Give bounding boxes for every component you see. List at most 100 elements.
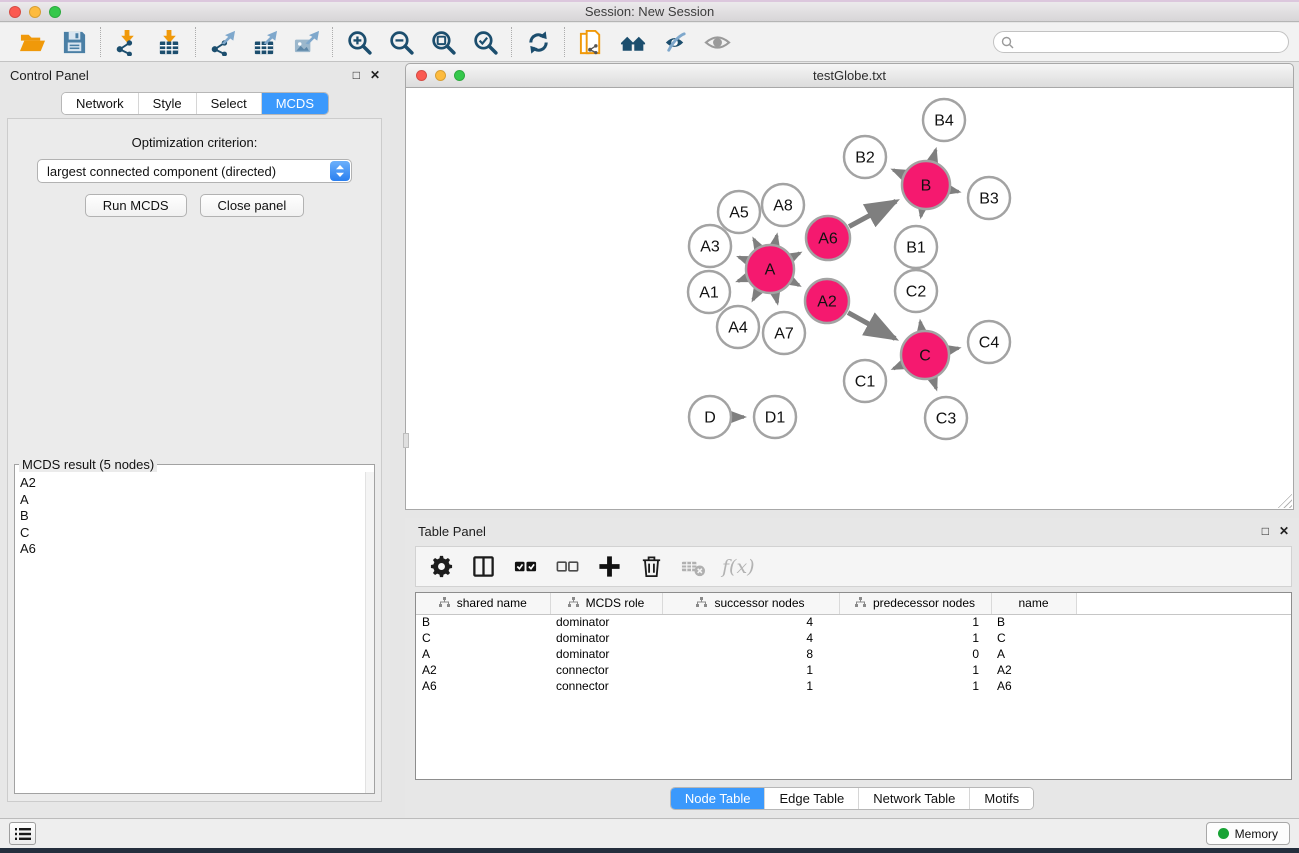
cell[interactable]: dominator bbox=[550, 614, 662, 630]
node-A6[interactable]: A6 bbox=[806, 216, 850, 260]
table-row[interactable]: Adominator80A bbox=[416, 646, 1291, 662]
mcds-result-item[interactable]: A bbox=[20, 492, 365, 509]
cell[interactable]: connector bbox=[550, 678, 662, 694]
node-B1[interactable]: B1 bbox=[895, 226, 937, 268]
edge-C-C3[interactable] bbox=[933, 380, 936, 389]
edge-A-A4[interactable] bbox=[753, 292, 757, 300]
mcds-list-scrollbar[interactable] bbox=[365, 472, 374, 793]
zoom-fit-icon[interactable] bbox=[428, 27, 458, 57]
mcds-result-list[interactable]: A2ABCA6 bbox=[15, 472, 365, 793]
minimize-window-button[interactable] bbox=[29, 6, 41, 18]
close-table-panel-icon[interactable]: ✕ bbox=[1279, 525, 1289, 537]
edge-A-A6[interactable] bbox=[793, 253, 800, 257]
table-row[interactable]: Cdominator41C bbox=[416, 630, 1291, 646]
node-A1[interactable]: A1 bbox=[688, 271, 730, 313]
cell[interactable]: A2 bbox=[416, 662, 550, 678]
cell[interactable]: dominator bbox=[550, 646, 662, 662]
node-B2[interactable]: B2 bbox=[844, 136, 886, 178]
network-maximize-button[interactable] bbox=[454, 70, 465, 81]
tab-style[interactable]: Style bbox=[138, 93, 196, 114]
mcds-result-item[interactable]: A2 bbox=[20, 475, 365, 492]
node-A[interactable]: A bbox=[746, 245, 794, 293]
node-C4[interactable]: C4 bbox=[968, 321, 1010, 363]
node-A2[interactable]: A2 bbox=[805, 279, 849, 323]
network-graph[interactable]: B4B2BB3A5A8A6A3B1AA1C2A2A4A7C4CC1DD1C3 bbox=[406, 88, 1293, 508]
edge-C-C2[interactable] bbox=[920, 322, 921, 330]
cell[interactable]: 1 bbox=[839, 614, 991, 630]
cell[interactable]: A6 bbox=[991, 678, 1076, 694]
network-canvas[interactable]: B4B2BB3A5A8A6A3B1AA1C2A2A4A7C4CC1DD1C3 bbox=[405, 88, 1294, 510]
edge-B-B1[interactable] bbox=[921, 211, 922, 217]
edge-C-C4[interactable] bbox=[950, 348, 958, 350]
edge-A-A3[interactable] bbox=[739, 257, 746, 260]
table-row[interactable]: Bdominator41B bbox=[416, 614, 1291, 630]
cell[interactable]: 8 bbox=[662, 646, 839, 662]
node-A5[interactable]: A5 bbox=[718, 191, 760, 233]
node-A7[interactable]: A7 bbox=[763, 312, 805, 354]
close-panel-button[interactable]: Close panel bbox=[200, 194, 305, 217]
edge-B-B3[interactable] bbox=[951, 190, 958, 191]
cell[interactable]: 1 bbox=[662, 678, 839, 694]
float-table-panel-icon[interactable]: □ bbox=[1262, 525, 1269, 537]
column-header-name[interactable]: name bbox=[991, 593, 1076, 614]
node-B[interactable]: B bbox=[902, 161, 950, 209]
network-close-button[interactable] bbox=[416, 70, 427, 81]
column-layout-icon[interactable] bbox=[470, 553, 496, 581]
cell[interactable]: 1 bbox=[839, 630, 991, 646]
cell[interactable]: 1 bbox=[839, 678, 991, 694]
export-network-icon[interactable] bbox=[207, 27, 237, 57]
zoom-out-icon[interactable] bbox=[386, 27, 416, 57]
open-folder-icon[interactable] bbox=[17, 27, 47, 57]
task-history-button[interactable] bbox=[9, 822, 36, 845]
export-image-icon[interactable] bbox=[291, 27, 321, 57]
search-box[interactable] bbox=[993, 31, 1289, 53]
tab-mcds[interactable]: MCDS bbox=[261, 93, 328, 114]
node-C[interactable]: C bbox=[901, 331, 949, 379]
float-panel-icon[interactable]: □ bbox=[353, 69, 360, 81]
column-header-predecessor-nodes[interactable]: predecessor nodes bbox=[839, 593, 991, 614]
criterion-dropdown[interactable]: largest connected component (directed) bbox=[37, 159, 352, 183]
node-C2[interactable]: C2 bbox=[895, 270, 937, 312]
tab-network-table[interactable]: Network Table bbox=[858, 788, 969, 809]
cell[interactable]: A bbox=[991, 646, 1076, 662]
tab-node-table[interactable]: Node Table bbox=[671, 788, 765, 809]
cell[interactable]: 0 bbox=[839, 646, 991, 662]
divider-grip-icon[interactable] bbox=[403, 433, 409, 448]
edge-A-A7[interactable] bbox=[776, 294, 778, 302]
import-table-icon[interactable] bbox=[154, 27, 184, 57]
network-minimize-button[interactable] bbox=[435, 70, 446, 81]
search-input[interactable] bbox=[1019, 35, 1281, 49]
node-D[interactable]: D bbox=[689, 396, 731, 438]
tab-network[interactable]: Network bbox=[62, 93, 138, 114]
close-panel-icon[interactable]: ✕ bbox=[370, 69, 380, 81]
edge-A-A5[interactable] bbox=[754, 239, 758, 246]
select-all-icon[interactable] bbox=[512, 553, 538, 581]
houses-icon[interactable] bbox=[618, 27, 648, 57]
edge-A-A8[interactable] bbox=[775, 235, 777, 243]
cell[interactable]: dominator bbox=[550, 630, 662, 646]
network-window-titlebar[interactable]: testGlobe.txt bbox=[405, 63, 1294, 88]
cell[interactable]: A bbox=[416, 646, 550, 662]
table-row[interactable]: A2connector11A2 bbox=[416, 662, 1291, 678]
cell[interactable]: B bbox=[991, 614, 1076, 630]
column-header-MCDS-role[interactable]: MCDS role bbox=[550, 593, 662, 614]
delete-column-icon[interactable] bbox=[638, 553, 664, 581]
edge-B-B4[interactable] bbox=[933, 150, 936, 160]
cell[interactable]: B bbox=[416, 614, 550, 630]
node-D1[interactable]: D1 bbox=[754, 396, 796, 438]
tab-motifs[interactable]: Motifs bbox=[969, 788, 1033, 809]
tab-select[interactable]: Select bbox=[196, 93, 261, 114]
run-mcds-button[interactable]: Run MCDS bbox=[85, 194, 187, 217]
node-A8[interactable]: A8 bbox=[762, 184, 804, 226]
edge-A2-C[interactable] bbox=[848, 313, 895, 339]
close-window-button[interactable] bbox=[9, 6, 21, 18]
cell[interactable]: connector bbox=[550, 662, 662, 678]
import-network-icon[interactable] bbox=[112, 27, 142, 57]
eye-icon[interactable] bbox=[702, 27, 732, 57]
gear-icon[interactable] bbox=[428, 553, 454, 581]
edge-A-A2[interactable] bbox=[793, 282, 799, 286]
cell[interactable]: 1 bbox=[662, 662, 839, 678]
ndex-network-icon[interactable] bbox=[576, 27, 606, 57]
zoom-in-icon[interactable] bbox=[344, 27, 374, 57]
save-icon[interactable] bbox=[59, 27, 89, 57]
